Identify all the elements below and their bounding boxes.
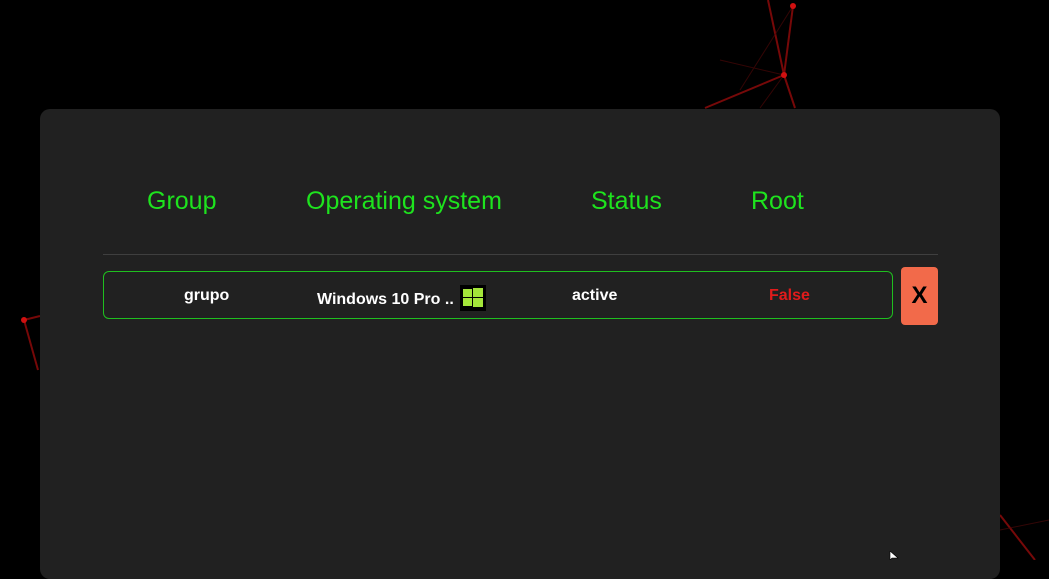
table-header: Group Operating system Status Root bbox=[40, 187, 1000, 219]
windows-logo-icon bbox=[459, 285, 486, 311]
row-group: grupo bbox=[184, 287, 230, 304]
delete-row-button[interactable]: X bbox=[901, 267, 938, 325]
header-divider bbox=[103, 254, 938, 255]
row-root: False bbox=[769, 287, 810, 304]
row-status: active bbox=[572, 287, 618, 304]
row-os-label: Windows 10 Pro .. bbox=[317, 291, 454, 308]
header-operating-system: Operating system bbox=[306, 187, 502, 215]
header-root: Root bbox=[751, 187, 804, 215]
header-group: Group bbox=[147, 187, 217, 215]
header-status: Status bbox=[591, 187, 662, 215]
mouse-cursor-icon bbox=[889, 551, 899, 560]
devices-panel: Group Operating system Status Root grupo… bbox=[40, 109, 1000, 579]
row-operating-system: Windows 10 Pro .. bbox=[317, 285, 486, 311]
table-row[interactable]: grupo Windows 10 Pro .. active False bbox=[103, 271, 893, 319]
